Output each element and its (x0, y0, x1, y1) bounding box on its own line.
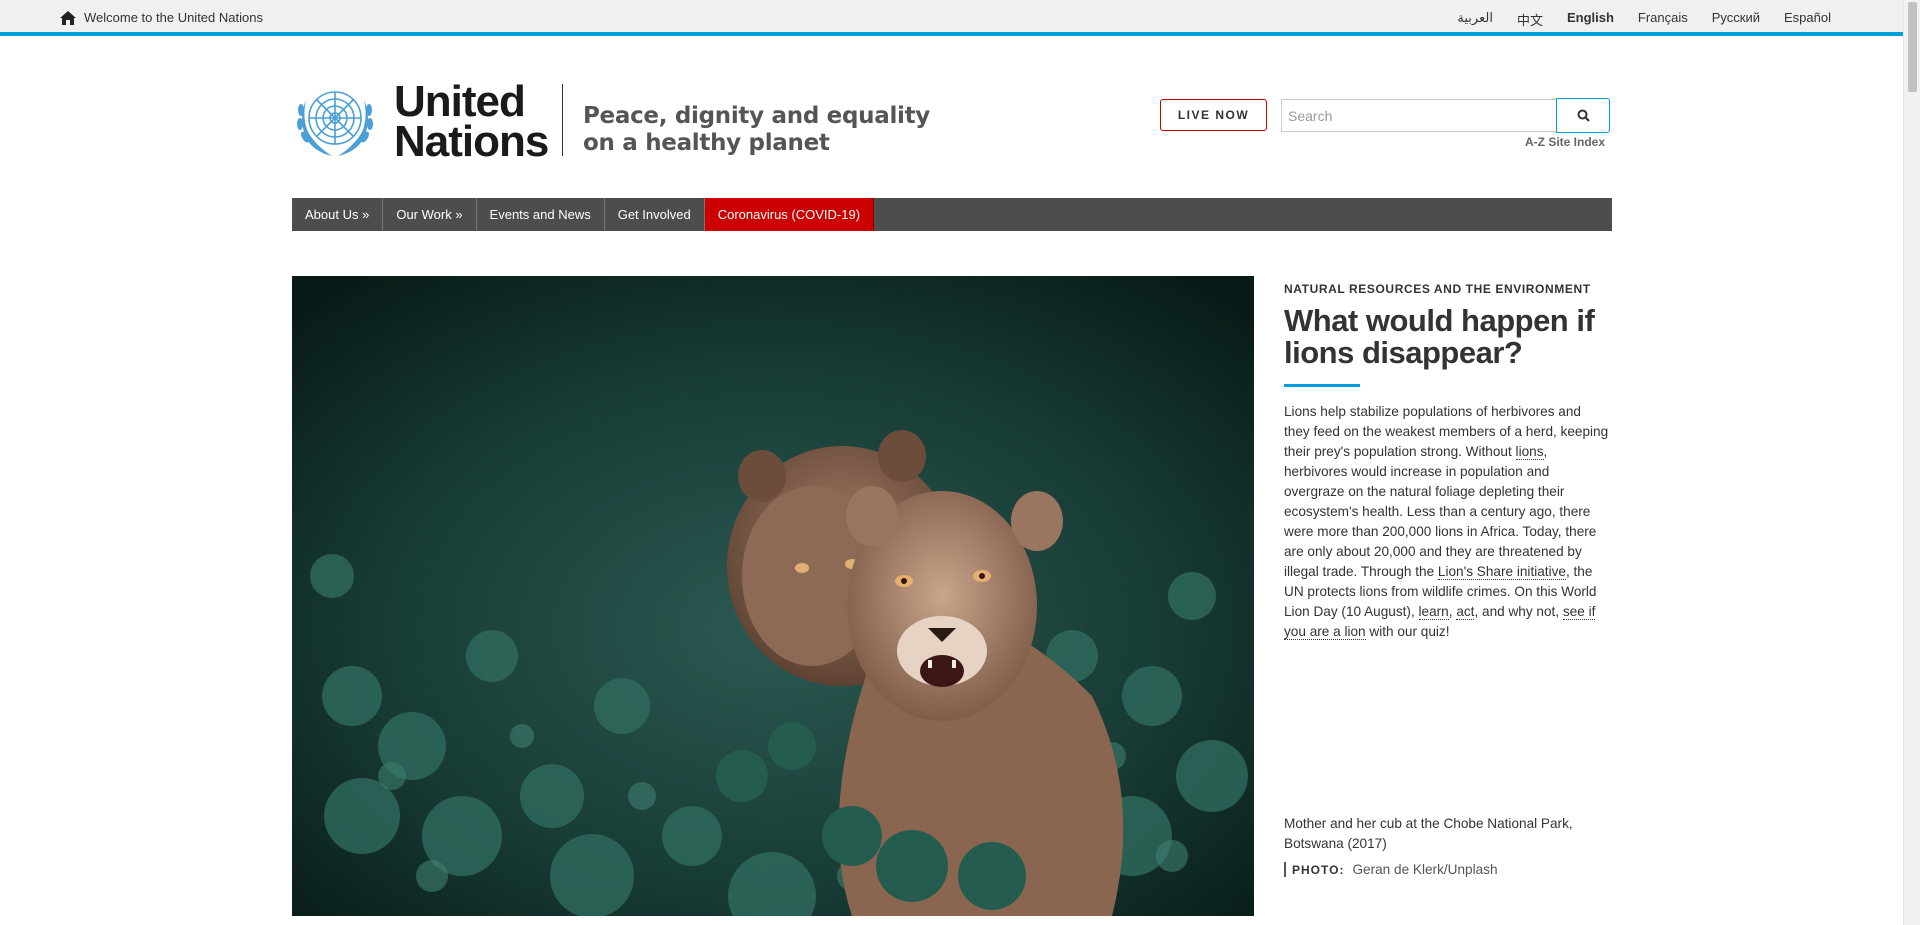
welcome-link[interactable]: Welcome to the United Nations (60, 10, 263, 25)
search-button[interactable] (1556, 98, 1610, 133)
article-body: Lions help stabilize populations of herb… (1284, 402, 1609, 642)
nav-get-involved[interactable]: Get Involved (605, 198, 705, 231)
link-act[interactable]: act (1456, 604, 1475, 620)
nav-coronavirus[interactable]: Coronavirus (COVID-19) (704, 198, 875, 231)
lang-french[interactable]: Français (1638, 10, 1688, 29)
hero-image-lions[interactable] (292, 276, 1254, 916)
lang-russian[interactable]: Русский (1712, 10, 1760, 29)
top-bar: Welcome to the United Nations العربية 中文… (0, 0, 1903, 36)
lang-english[interactable]: English (1567, 10, 1614, 29)
brand-line-1: United (394, 77, 526, 126)
un-emblem-logo[interactable] (288, 80, 383, 160)
nav-about-us[interactable]: About Us » (292, 198, 384, 231)
lang-chinese[interactable]: 中文 (1517, 10, 1543, 29)
photo-credit-name: Geran de Klerk/Unplash (1352, 862, 1498, 877)
welcome-text: Welcome to the United Nations (84, 10, 263, 25)
body-text-1: Lions help stabilize populations of herb… (1284, 404, 1609, 459)
search-icon (1577, 109, 1590, 122)
tagline-line-1: Peace, dignity and equality (583, 103, 930, 129)
link-lions[interactable]: lions (1515, 444, 1544, 460)
article-kicker[interactable]: NATURAL RESOURCES AND THE ENVIRONMENT (1284, 282, 1609, 296)
link-learn[interactable]: learn (1418, 604, 1449, 620)
link-lions-share[interactable]: Lion's Share initiative (1437, 564, 1566, 580)
tagline: Peace, dignity and equality on a healthy… (583, 103, 930, 157)
scrollbar-thumb[interactable] (1908, 2, 1917, 92)
home-icon (60, 10, 76, 25)
page-scrollbar[interactable] (1903, 0, 1920, 925)
article: NATURAL RESOURCES AND THE ENVIRONMENT Wh… (1284, 276, 1609, 642)
body-text-5: , and why not, (1474, 604, 1563, 619)
body-text-2: , herbivores would increase in populatio… (1284, 444, 1597, 579)
lang-arabic[interactable]: العربية (1457, 10, 1493, 29)
nav-events-news[interactable]: Events and News (477, 198, 605, 231)
header-divider (562, 84, 563, 156)
body-text-6: with our quiz! (1365, 624, 1450, 639)
search-placeholder: Search (1288, 107, 1333, 124)
language-switcher: العربية 中文 English Français Русский Espa… (1457, 10, 1831, 29)
brand-line-2: Nations (394, 117, 549, 166)
search-input[interactable]: Search (1281, 99, 1556, 132)
photo-credit: PHOTO: Geran de Klerk/Unplash (1284, 862, 1498, 877)
az-site-index-link[interactable]: A-Z Site Index (1525, 135, 1605, 149)
lang-spanish[interactable]: Español (1784, 10, 1831, 29)
photo-caption: Mother and her cub at the Chobe National… (1284, 816, 1573, 851)
nav-our-work[interactable]: Our Work » (383, 198, 477, 231)
headline-rule (1284, 384, 1360, 387)
photo-credit-label: PHOTO: (1292, 863, 1345, 877)
brand-wordmark[interactable]: United Nations (394, 77, 549, 166)
tagline-line-2: on a healthy planet (583, 130, 830, 156)
main-nav: About Us » Our Work » Events and News Ge… (292, 198, 1612, 231)
live-now-button[interactable]: LIVE NOW (1160, 99, 1267, 131)
article-headline[interactable]: What would happen if lions disappear? (1284, 305, 1609, 369)
